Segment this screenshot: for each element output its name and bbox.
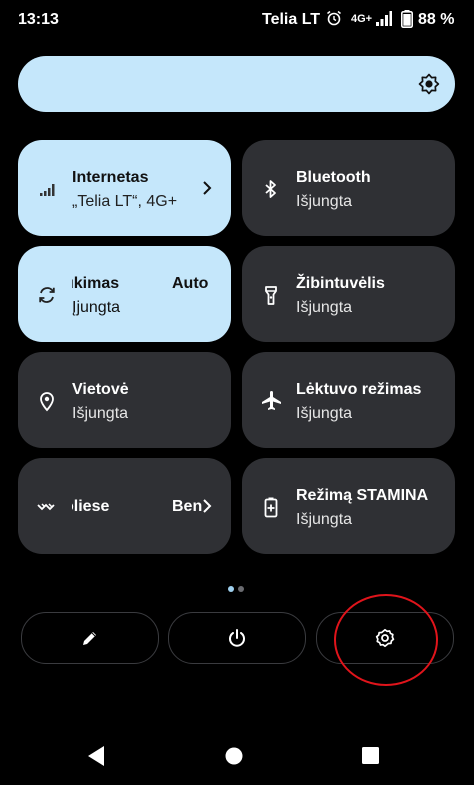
chevron-right-icon[interactable]	[201, 180, 213, 196]
tile-flashlight-status: Išjungta	[296, 299, 353, 316]
tile-battery-saver-status: Išjungta	[296, 511, 353, 528]
tile-location[interactable]: Vietovė Išjungta	[18, 352, 231, 448]
tile-battery-saver[interactable]: Režimą STAMINA Išjungta	[242, 458, 455, 554]
status-network: 4G+	[351, 13, 373, 25]
tile-location-status: Išjungta	[72, 405, 129, 422]
tile-nearby-share[interactable]: oliese Ben	[18, 458, 231, 554]
location-icon	[40, 392, 54, 412]
status-time: 13:13	[18, 11, 59, 28]
navigation-bar	[0, 730, 474, 785]
tile-internet-status: „Telia LT“, 4G+	[72, 193, 178, 210]
tile-airplane-status: Išjungta	[296, 405, 353, 422]
tile-auto-rotate[interactable]: ukimas Auto Įjungta	[18, 246, 231, 342]
page-indicator	[228, 579, 248, 597]
auto-rotate-icon	[39, 287, 55, 303]
nearby-share-icon	[37, 503, 55, 511]
tile-internet[interactable]: Internetas „Telia LT“, 4G+	[18, 140, 231, 236]
tile-flashlight-label: Žibintuvėlis	[296, 275, 385, 292]
tile-auto-rotate-label-part2: Auto	[172, 275, 209, 292]
edit-icon	[83, 632, 96, 645]
battery-icon	[401, 10, 413, 28]
page-dot-active	[228, 586, 234, 592]
status-carrier: Telia LT	[262, 11, 321, 28]
tile-airplane-label: Lėktuvo režimas	[296, 381, 422, 398]
edit-button[interactable]	[21, 612, 159, 664]
back-icon[interactable]	[86, 745, 106, 767]
chevron-right-icon[interactable]	[201, 498, 213, 514]
tile-location-label: Vietovė	[72, 381, 129, 398]
status-bar: 13:13 Telia LT 4G+ 88 %	[0, 0, 474, 40]
recents-icon[interactable]	[362, 747, 379, 764]
page-dot	[238, 586, 244, 592]
power-button[interactable]	[168, 612, 306, 664]
brightness-icon	[418, 73, 440, 95]
tile-internet-label: Internetas	[72, 169, 149, 186]
tile-nearby-share-label-part: oliese	[72, 498, 110, 515]
tile-bluetooth-label: Bluetooth	[296, 169, 371, 186]
bluetooth-icon	[265, 180, 276, 198]
tile-bluetooth-status: Išjungta	[296, 193, 353, 210]
brightness-slider[interactable]	[18, 56, 455, 112]
tile-flashlight[interactable]: Žibintuvėlis Išjungta	[242, 246, 455, 342]
mobile-data-icon	[40, 184, 55, 196]
signal-icon	[376, 11, 392, 26]
tile-auto-rotate-label-part: ukimas	[72, 275, 120, 292]
alarm-icon	[327, 10, 341, 26]
airplane-icon	[262, 391, 281, 410]
tile-nearby-share-label-part2: Ben	[172, 498, 203, 515]
tile-auto-rotate-text: ukimas Auto Įjungta	[72, 275, 210, 325]
tile-nearby-share-text: oliese Ben	[72, 498, 210, 522]
flashlight-icon	[265, 286, 277, 305]
tile-bluetooth[interactable]: Bluetooth Išjungta	[242, 140, 455, 236]
battery-saver-icon	[264, 497, 278, 518]
status-battery-percent: 88 %	[418, 11, 455, 28]
tile-auto-rotate-status: Įjungta	[72, 299, 121, 316]
tile-battery-saver-label: Režimą STAMINA	[296, 487, 429, 504]
power-icon	[229, 629, 245, 647]
annotation-circle	[334, 594, 438, 686]
home-icon[interactable]	[225, 747, 243, 765]
tile-airplane-mode[interactable]: Lėktuvo režimas Išjungta	[242, 352, 455, 448]
